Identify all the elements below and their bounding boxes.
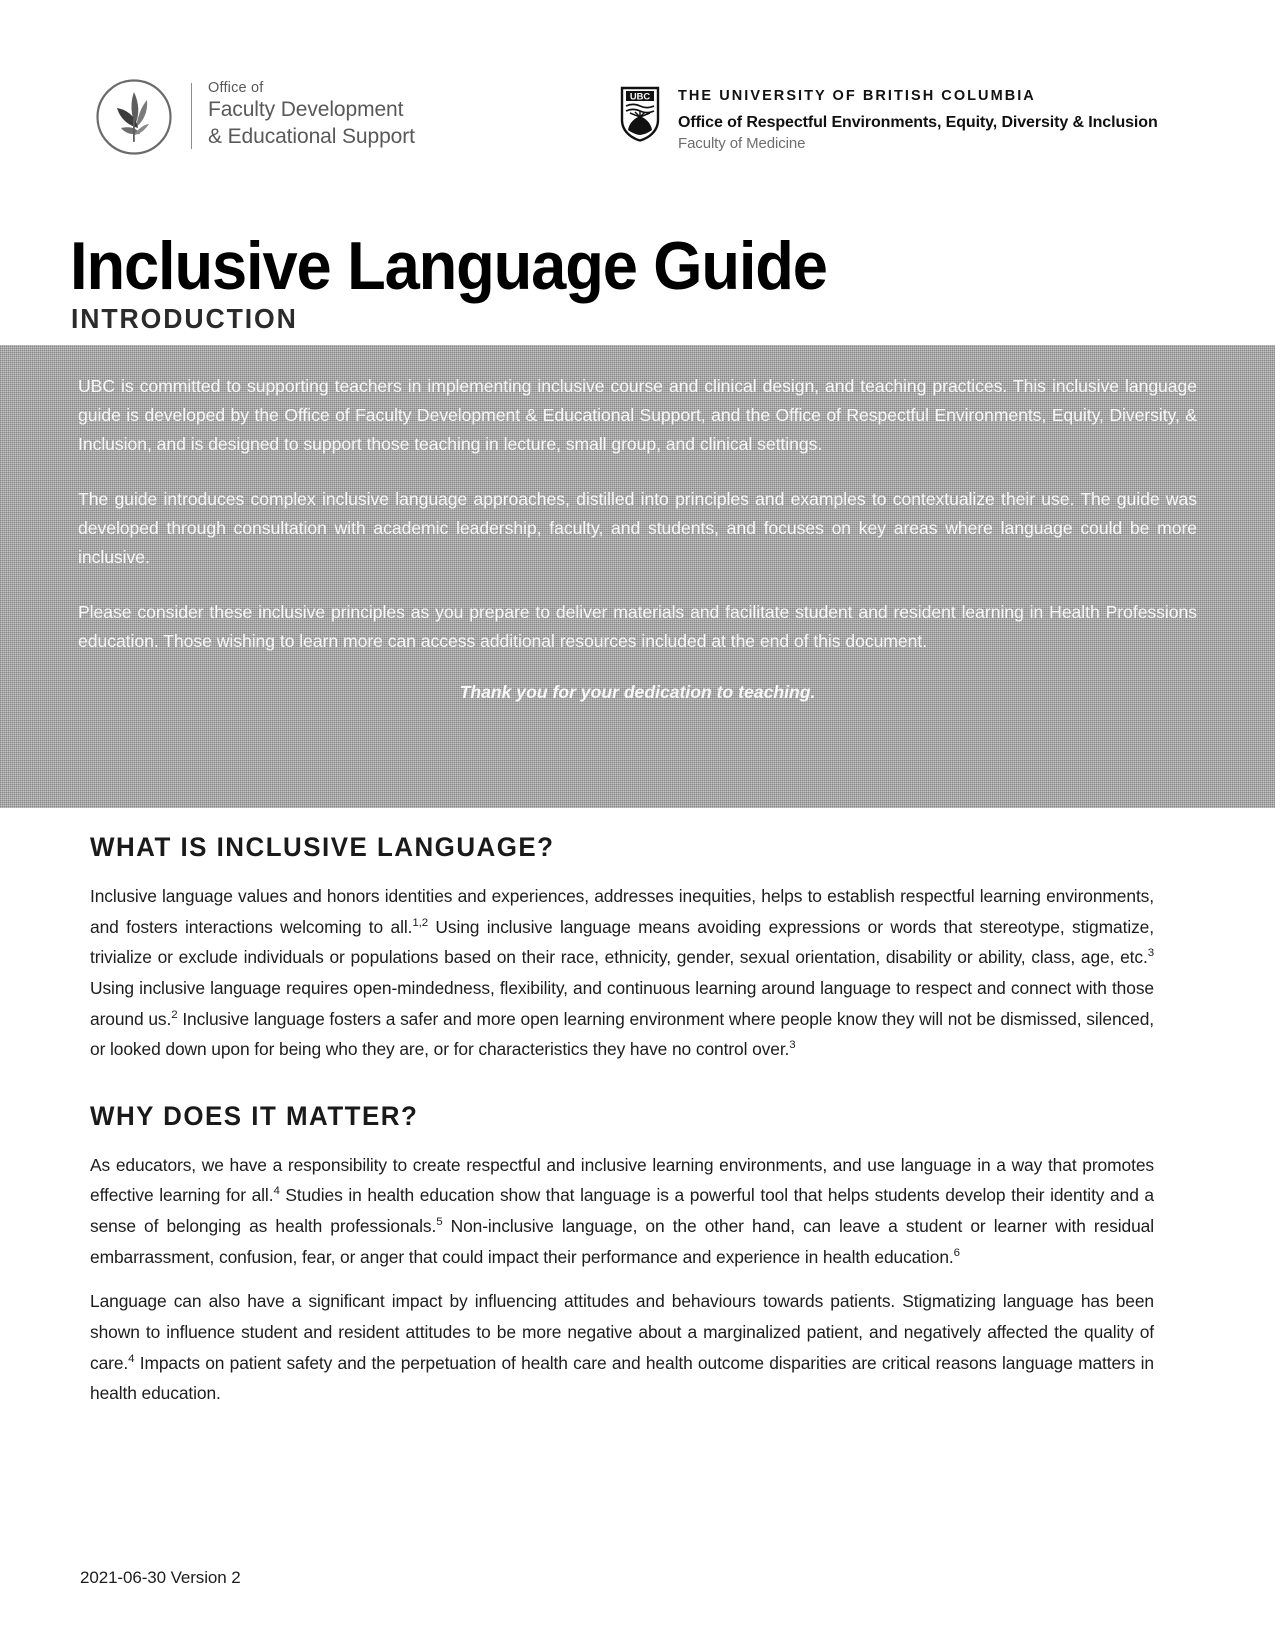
introduction-callout-box: UBC is committed to supporting teachers … bbox=[0, 345, 1275, 808]
main-content: WHAT IS INCLUSIVE LANGUAGE? Inclusive la… bbox=[90, 832, 1154, 1409]
paragraph: Language can also have a significant imp… bbox=[90, 1291, 1154, 1404]
svg-text:UBC: UBC bbox=[630, 91, 651, 102]
ubc-university-name: THE UNIVERSITY OF BRITISH COLUMBIA bbox=[678, 88, 1036, 104]
intro-thank-you-line: Thank you for your dedication to teachin… bbox=[459, 682, 816, 703]
intro-paragraph-2: The guide introduces complex inclusive l… bbox=[78, 489, 1197, 568]
fdes-wordmark: Office of Faculty Development & Educatio… bbox=[208, 78, 415, 150]
ubc-shield-crest-icon: UBC bbox=[620, 86, 660, 142]
fdes-line-faculty-development: Faculty Development bbox=[208, 98, 404, 122]
intro-paragraph-1: UBC is committed to supporting teachers … bbox=[78, 376, 1197, 455]
fdes-line-office-of: Office of bbox=[208, 80, 264, 96]
ubc-office-name: Office of Respectful Environments, Equit… bbox=[678, 114, 1158, 131]
ubc-faculty-name: Faculty of Medicine bbox=[678, 135, 806, 152]
ubc-wordmark: THE UNIVERSITY OF BRITISH COLUMBIA Offic… bbox=[678, 86, 1158, 152]
intro-paragraph-3: Please consider these inclusive principl… bbox=[78, 602, 1197, 652]
section-heading-what-is-inclusive-language: WHAT IS INCLUSIVE LANGUAGE? bbox=[90, 832, 555, 862]
fdes-logo: Office of Faculty Development & Educatio… bbox=[95, 78, 415, 156]
paragraph: Inclusive language values and honors ide… bbox=[90, 886, 1154, 1060]
header-logos: Office of Faculty Development & Educatio… bbox=[0, 78, 1275, 183]
section-heading-why-does-it-matter: WHY DOES IT MATTER? bbox=[90, 1100, 419, 1131]
paragraph: As educators, we have a responsibility t… bbox=[90, 1154, 1155, 1267]
logo-divider bbox=[191, 83, 192, 149]
section-body-why-does-it-matter: As educators, we have a responsibility t… bbox=[90, 1150, 1154, 1409]
ubc-logo: UBC THE UNIVERSITY OF BRITISH COLUMBIA O… bbox=[620, 86, 1158, 152]
leaf-circle-emblem-icon bbox=[96, 79, 172, 155]
page-subtitle-introduction: INTRODUCTION bbox=[71, 303, 298, 335]
document-page: Office of Faculty Development & Educatio… bbox=[0, 0, 1275, 1650]
page-title: Inclusive Language Guide bbox=[70, 227, 828, 304]
fdes-line-educational-support: & Educational Support bbox=[208, 124, 415, 148]
footer-version-stamp: 2021-06-30 Version 2 bbox=[80, 1568, 241, 1587]
section-body-what-is-inclusive-language: Inclusive language values and honors ide… bbox=[90, 881, 1154, 1065]
